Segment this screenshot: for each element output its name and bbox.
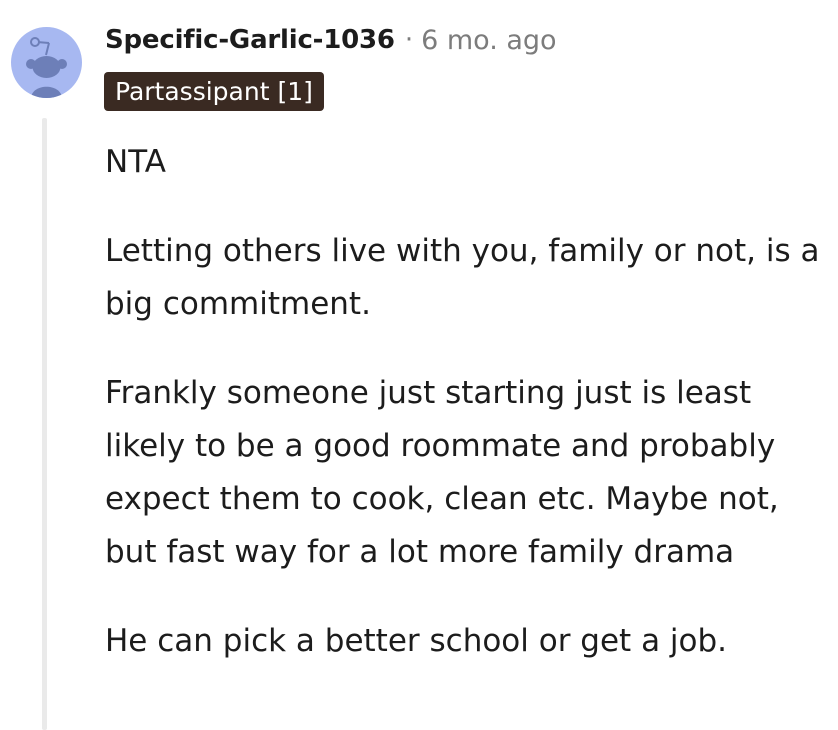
comment-meta: Specific-Garlic-1036 · 6 mo. ago <box>105 22 557 58</box>
comment-paragraph: Frankly someone just starting just is le… <box>105 375 779 570</box>
snoo-avatar-icon <box>26 37 67 98</box>
meta-separator: · <box>404 25 414 55</box>
user-flair: Partassipant [1] <box>104 72 324 111</box>
comment-paragraph: Letting others live with you, family or … <box>105 233 820 322</box>
comment-paragraph: NTA <box>105 144 166 180</box>
comment: Specific-Garlic-1036 · 6 mo. ago Partass… <box>0 0 838 730</box>
username-link[interactable]: Specific-Garlic-1036 <box>105 25 395 55</box>
comment-body: NTA Letting others live with you, family… <box>105 136 825 704</box>
comment-paragraph: He can pick a better school or get a job… <box>105 623 728 659</box>
user-avatar[interactable] <box>11 27 82 98</box>
thread-line[interactable] <box>42 118 47 730</box>
timestamp[interactable]: 6 mo. ago <box>421 25 556 56</box>
